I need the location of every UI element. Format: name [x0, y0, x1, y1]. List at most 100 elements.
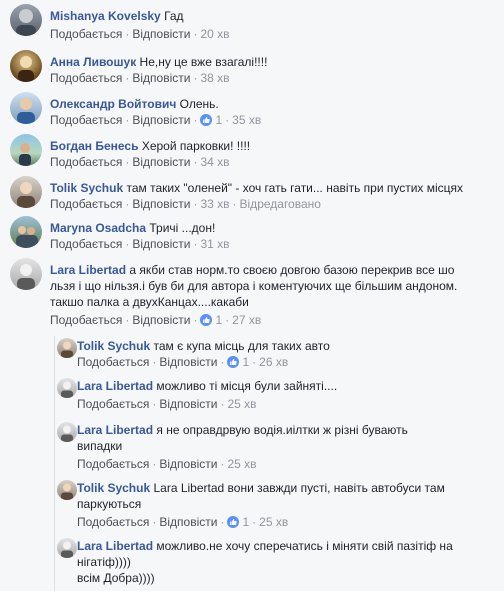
reply-text: там є купа місць для таких авто	[153, 339, 330, 353]
avatar[interactable]	[10, 176, 42, 208]
like-button[interactable]: Подобається	[77, 397, 149, 411]
avatar[interactable]	[57, 338, 77, 358]
reaction-count[interactable]: 1	[200, 113, 222, 127]
reply-time[interactable]: 26 хв	[259, 355, 288, 369]
avatar[interactable]	[57, 378, 77, 398]
reply-body: Tolik Sychuk там є купа місць для таких …	[77, 338, 487, 354]
comment-time[interactable]: 20 хв	[200, 27, 229, 41]
thumbs-up-icon	[227, 356, 240, 368]
reply-button[interactable]: Відповісти	[132, 237, 190, 251]
comment: Богдан Бенесь Херой парковки! !!!! Подоб…	[10, 134, 500, 174]
comment-author[interactable]: Tolik Sychuk	[50, 181, 123, 195]
like-button[interactable]: Подобається	[77, 515, 149, 529]
comment-text: там таких "оленей" - хоч гать гати... на…	[126, 181, 464, 195]
reply-button[interactable]: Відповісти	[132, 197, 190, 211]
like-button[interactable]: Подобається	[50, 113, 122, 127]
comment-author[interactable]: Mishanya Kovelsky	[50, 9, 161, 23]
comment-body: Богдан Бенесь Херой парковки! !!!!	[50, 138, 490, 154]
comment: Анна Ливошук Не,ну це вже взагалі!!!! По…	[10, 50, 500, 90]
comment-text: Тричі ...дон!	[149, 221, 216, 235]
reply: Tolik Sychuk там є купа місць для таких …	[57, 338, 497, 374]
reply-button[interactable]: Відповісти	[159, 397, 217, 411]
like-button[interactable]: Подобається	[50, 71, 122, 85]
reply-button[interactable]: Відповісти	[159, 457, 217, 471]
reply-button[interactable]: Відповісти	[132, 313, 190, 327]
reply-button[interactable]: Відповісти	[132, 71, 190, 85]
avatar[interactable]	[10, 50, 42, 82]
reply-actions: Подобається · Відповісти · 1 · 26 хв	[77, 355, 289, 369]
comment-feed: Mishanya Kovelsky Гад Подобається · Відпов…	[0, 0, 504, 591]
reply-button[interactable]: Відповісти	[132, 155, 190, 169]
like-button[interactable]: Подобається	[50, 197, 122, 211]
reply: Lara Libertad можливо ті місця були зайн…	[57, 378, 497, 414]
avatar[interactable]	[57, 422, 77, 442]
avatar[interactable]	[10, 216, 42, 248]
edited-label[interactable]: Відредаговано	[240, 197, 321, 211]
comment-author[interactable]: Maryna Osadcha	[50, 221, 146, 235]
like-button[interactable]: Подобається	[50, 237, 122, 251]
avatar[interactable]	[57, 538, 77, 558]
reply-text: можливо ті місця були зайняті....	[156, 379, 338, 393]
reply-body: Lara Libertad можливо ті місця були зайн…	[77, 378, 487, 394]
comment-actions: Подобається · Відповісти · 34 хв	[50, 155, 230, 169]
reply-author[interactable]: Tolik Sychuk	[77, 481, 150, 495]
comment: Tolik Sychuk там таких "оленей" - хоч га…	[10, 176, 500, 216]
comment-time[interactable]: 27 хв	[232, 313, 261, 327]
reply-time[interactable]: 25 хв	[227, 457, 256, 471]
like-button[interactable]: Подобається	[77, 355, 149, 369]
like-button[interactable]: Подобається	[50, 313, 122, 327]
reply-actions: Подобається · Відповісти · 25 хв	[77, 457, 257, 471]
comment-text: Олень.	[179, 97, 219, 111]
comment: Maryna Osadcha Тричі ...дон! Подобається…	[10, 216, 500, 256]
comment-actions: Подобається · Відповісти · 1 · 27 хв	[50, 313, 262, 327]
reply-button[interactable]: Відповісти	[159, 355, 217, 369]
thumbs-up-icon	[227, 516, 240, 528]
comment-time[interactable]: 31 хв	[200, 237, 229, 251]
comment-body: Lara Libertad а якби став норм.то своєю …	[50, 262, 470, 310]
thumbs-up-icon	[200, 114, 213, 126]
comment-author[interactable]: Lara Libertad	[50, 263, 126, 277]
comment-author[interactable]: Богдан Бенесь	[50, 139, 138, 153]
reply-actions: Подобається · Відповісти · 1 · 25 хв	[77, 515, 289, 529]
comment-body: Олександр Войтович Олень.	[50, 96, 490, 112]
avatar[interactable]	[10, 258, 42, 290]
reply-body: Lara Libertad можливо.не хочу сперечатис…	[77, 538, 477, 586]
reply-button[interactable]: Відповісти	[132, 27, 190, 41]
like-count: 1	[215, 313, 223, 327]
reply-body: Tolik Sychuk Lara Libertad вони завжди п…	[77, 480, 477, 512]
avatar[interactable]	[57, 480, 77, 500]
comment-text: Не,ну це вже взагалі!!!!	[139, 55, 268, 69]
reply-actions: Подобається · Відповісти · 25 хв	[77, 397, 257, 411]
reply-button[interactable]: Відповісти	[132, 113, 190, 127]
reply-author[interactable]: Lara Libertad	[77, 423, 153, 437]
comment-body: Анна Ливошук Не,ну це вже взагалі!!!!	[50, 54, 490, 70]
reaction-count[interactable]: 1	[227, 515, 249, 529]
comment-time[interactable]: 38 хв	[200, 71, 229, 85]
reply-button[interactable]: Відповісти	[159, 515, 217, 529]
comment-body: Maryna Osadcha Тричі ...дон!	[50, 220, 490, 236]
comment-time[interactable]: 35 хв	[232, 113, 261, 127]
comment-body: Tolik Sychuk там таких "оленей" - хоч га…	[50, 180, 500, 196]
comment: Lara Libertad а якби став норм.то своєю …	[10, 258, 500, 330]
like-button[interactable]: Подобається	[77, 457, 149, 471]
avatar[interactable]	[10, 4, 42, 36]
avatar[interactable]	[10, 134, 42, 166]
comment-actions: Подобається · Відповісти · 1 · 35 хв	[50, 113, 262, 127]
reply-time[interactable]: 25 хв	[227, 397, 256, 411]
comment-actions: Подобається · Відповісти · 20 хв	[50, 27, 230, 41]
reply-author[interactable]: Tolik Sychuk	[77, 339, 150, 353]
like-button[interactable]: Подобається	[50, 155, 122, 169]
reply-time[interactable]: 25 хв	[259, 515, 288, 529]
reply-author[interactable]: Lara Libertad	[77, 379, 153, 393]
comment-author[interactable]: Анна Ливошук	[50, 55, 136, 69]
like-count: 1	[242, 515, 250, 529]
reaction-count[interactable]: 1	[227, 355, 249, 369]
like-count: 1	[215, 113, 223, 127]
reply-author[interactable]: Lara Libertad	[77, 539, 153, 553]
reaction-count[interactable]: 1	[200, 313, 222, 327]
comment-time[interactable]: 34 хв	[200, 155, 229, 169]
comment-time[interactable]: 33 хв	[200, 197, 229, 211]
avatar[interactable]	[10, 92, 42, 124]
like-button[interactable]: Подобається	[50, 27, 122, 41]
comment-author[interactable]: Олександр Войтович	[50, 97, 176, 111]
